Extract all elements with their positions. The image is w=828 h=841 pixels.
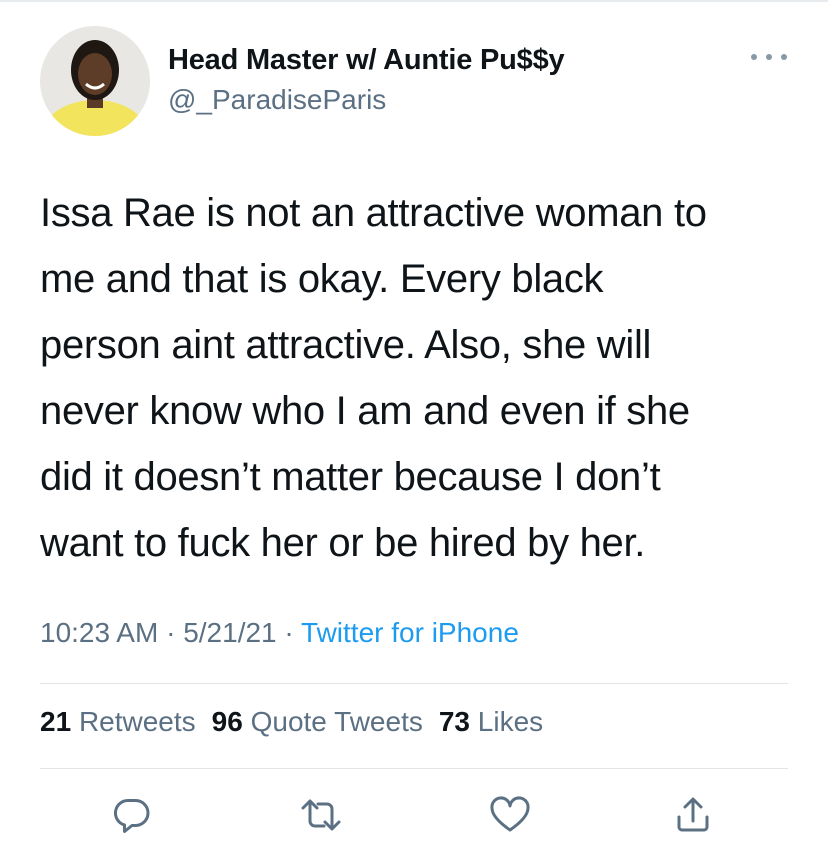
tweet-text-line: me and that is okay. Every black [40, 257, 604, 301]
retweets-label: Retweets [78, 706, 196, 737]
likes-label: Likes [477, 706, 544, 737]
retweet-icon [301, 799, 341, 831]
divider [40, 683, 788, 684]
author-handle[interactable]: @_ParadiseParis [168, 84, 386, 116]
avatar[interactable] [40, 26, 150, 136]
more-dot [751, 54, 757, 60]
tweet-stats: 21 Retweets 96 Quote Tweets 73 Likes [40, 706, 543, 738]
heart-icon [490, 796, 530, 832]
quote-tweets-stat[interactable]: 96 Quote Tweets [212, 706, 423, 737]
retweets-count: 21 [40, 706, 72, 737]
tweet-source-link[interactable]: Twitter for iPhone [301, 617, 519, 648]
reply-button[interactable] [109, 792, 155, 838]
tweet-date[interactable]: 5/21/21 [183, 617, 276, 648]
top-divider [0, 0, 828, 2]
share-button[interactable] [670, 792, 716, 838]
divider [40, 768, 788, 769]
author-display-name[interactable]: Head Master w/ Auntie Pu$$y [168, 44, 565, 77]
reply-icon [113, 798, 150, 833]
more-icon[interactable] [751, 46, 787, 68]
tweet-text: Issa Rae is not an attractive woman to m… [40, 180, 800, 576]
avatar-image [40, 26, 150, 136]
likes-count: 73 [438, 706, 471, 737]
more-dot [766, 54, 772, 60]
tweet-text-line: want to fuck her or be hired by her. [40, 521, 646, 565]
tweet-text-line: did it doesn’t matter because I don’t [40, 455, 661, 499]
tweet-text-line: person aint attractive. Also, she will [40, 323, 652, 367]
tweet-time[interactable]: 10:23 AM [40, 617, 158, 648]
retweets-stat[interactable]: 21 Retweets [40, 706, 196, 737]
like-button[interactable] [487, 792, 533, 838]
quote-tweets-label: Quote Tweets [250, 706, 423, 737]
tweet-meta: 10:23 AM · 5/21/21 · Twitter for iPhone [40, 617, 519, 649]
share-icon [677, 797, 709, 832]
retweet-button[interactable] [298, 792, 344, 838]
meta-separator: · [284, 617, 294, 648]
meta-separator: · [166, 617, 176, 648]
likes-stat[interactable]: 73 Likes [439, 706, 543, 737]
quote-tweets-count: 96 [211, 706, 243, 737]
tweet-text-line: never know who I am and even if she [40, 389, 690, 433]
tweet-text-line: Issa Rae is not an attractive woman to [40, 191, 707, 235]
more-dot [781, 54, 787, 60]
